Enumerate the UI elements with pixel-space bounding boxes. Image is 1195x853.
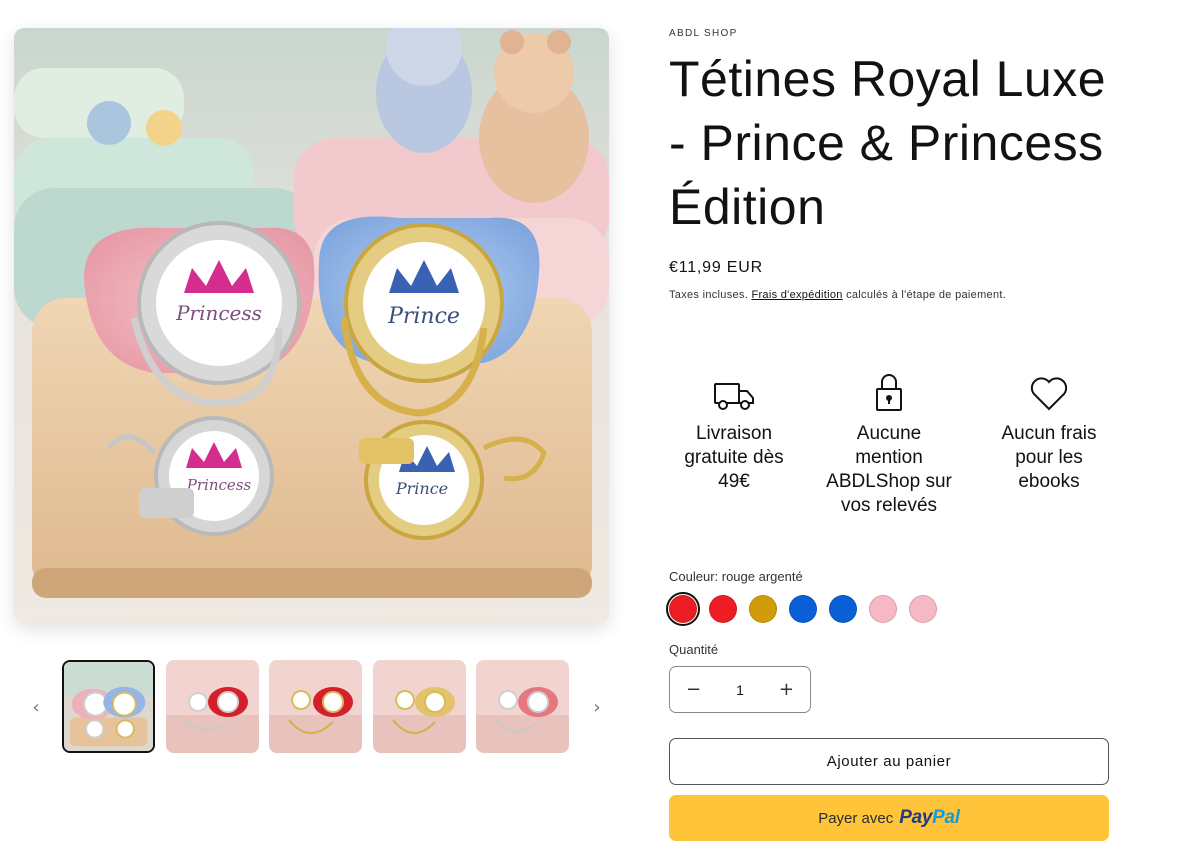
color-selector: Couleur: rouge argenté (666, 569, 1109, 626)
product-info: ABDL SHOP Tétines Royal Luxe - Prince & … (669, 28, 1109, 301)
thumbnail-3[interactable] (269, 660, 362, 753)
product-price: €11,99 EUR (669, 259, 763, 276)
shipping-link[interactable]: Frais d'expédition (751, 289, 842, 301)
quantity-decrease-button[interactable]: − (686, 679, 701, 700)
paypal-logo: PayPal (899, 807, 960, 828)
color-label: Couleur: rouge argenté (669, 569, 803, 584)
thumbnail-prev-button[interactable]: ‹ (24, 695, 48, 719)
quantity-stepper: − 1 + (669, 666, 811, 713)
tax-note: Taxes incluses. Frais d'expédition calcu… (669, 289, 1109, 301)
feature-free-shipping: Livraison gratuite dès 49€ (669, 368, 799, 494)
color-swatch[interactable] (869, 595, 897, 623)
lock-icon (876, 374, 902, 411)
feature-ebooks: Aucun frais pour les ebooks (984, 368, 1114, 494)
thumbnail-1[interactable] (62, 660, 155, 753)
feature-label: Aucune mention ABDLShop sur vos relevés (826, 423, 952, 516)
tax-note-suffix: calculés à l'étape de paiement. (846, 289, 1007, 301)
quantity-selector: Quantité − 1 + (669, 642, 811, 713)
paypal-button-label: Payer avec (818, 809, 894, 827)
color-swatch[interactable] (749, 595, 777, 623)
truck-icon (714, 383, 754, 410)
tax-note-prefix: Taxes incluses. (669, 289, 749, 301)
color-swatch[interactable] (789, 595, 817, 623)
color-swatch[interactable] (909, 595, 937, 623)
svg-text:Prince: Prince (387, 304, 460, 329)
product-main-image[interactable]: Princess Prince Princess Prince (14, 28, 609, 623)
svg-text:Princess: Princess (186, 476, 252, 494)
color-swatches (666, 592, 1109, 626)
thumbnail-strip: ‹ › (22, 659, 617, 755)
paypal-button[interactable]: Payer avec PayPal (669, 795, 1109, 841)
chevron-right-icon: › (593, 696, 601, 718)
color-swatch[interactable] (829, 595, 857, 623)
feature-label: Livraison gratuite dès 49€ (684, 423, 784, 492)
thumbnail-5[interactable] (476, 660, 569, 753)
thumbnail-2[interactable] (166, 660, 259, 753)
feature-list: Livraison gratuite dès 49€ Aucune mentio… (669, 368, 1109, 548)
quantity-label: Quantité (669, 642, 719, 657)
color-swatch[interactable] (709, 595, 737, 623)
add-to-cart-button[interactable]: Ajouter au panier (669, 738, 1109, 785)
thumbnail-4[interactable] (373, 660, 466, 753)
feature-label: Aucun frais pour les ebooks (1001, 423, 1097, 492)
product-title: Tétines Royal Luxe - Prince & Princess É… (669, 51, 1107, 235)
quantity-input[interactable]: 1 (736, 682, 744, 698)
quantity-increase-button[interactable]: + (779, 679, 794, 700)
color-swatch[interactable] (666, 592, 700, 626)
heart-icon (1030, 377, 1068, 411)
chevron-left-icon: ‹ (32, 696, 40, 718)
svg-text:Prince: Prince (395, 479, 448, 498)
thumbnail-next-button[interactable]: › (585, 695, 609, 719)
feature-discreet-billing: Aucune mention ABDLShop sur vos relevés (824, 368, 954, 518)
svg-text:Princess: Princess (175, 301, 262, 325)
vendor-label: ABDL SHOP (669, 28, 738, 39)
